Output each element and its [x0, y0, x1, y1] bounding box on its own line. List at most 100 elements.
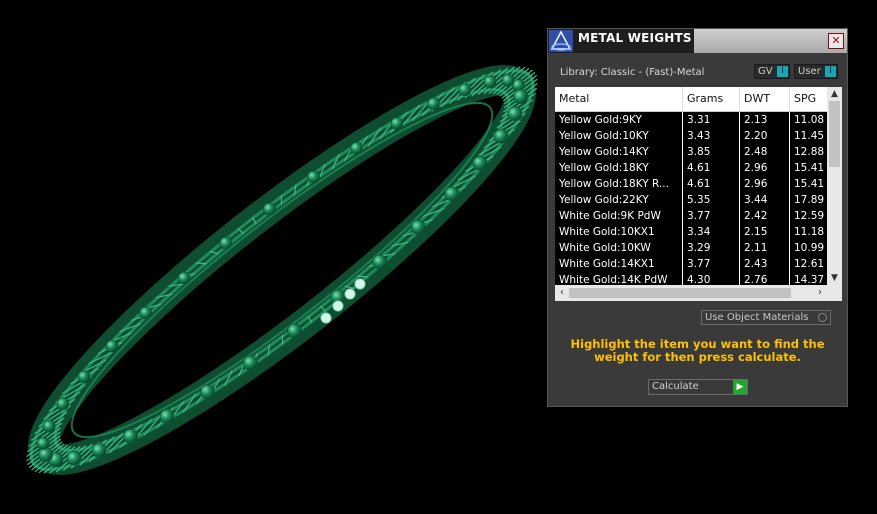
bracelet-model	[26, 65, 538, 475]
bracelet-bead	[410, 219, 426, 235]
highlighted-stone	[332, 300, 344, 312]
cell-dwt: 2.43	[740, 256, 790, 272]
bracelet-bead	[350, 141, 363, 155]
table-row[interactable]: White Gold:10KW 3.29 2.11 10.99	[555, 240, 827, 256]
cell-metal: White Gold:9K PdW	[555, 208, 683, 224]
cell-metal: Yellow Gold:9KY	[555, 112, 683, 128]
bracelet-viewport[interactable]	[0, 0, 540, 514]
cell-grams: 3.85	[683, 144, 740, 160]
cell-dwt: 2.42	[740, 208, 790, 224]
metal-weights-panel: METAL WEIGHTS ✕ Library: Classic - (Fast…	[547, 28, 848, 407]
gv-toggle[interactable]: GV I	[754, 64, 790, 79]
cell-metal: Yellow Gold:14KY	[555, 144, 683, 160]
table-row[interactable]: Yellow Gold:14KY 3.85 2.48 12.88	[555, 144, 827, 160]
scroll-right-icon[interactable]: ›	[813, 285, 827, 301]
radio-icon[interactable]	[818, 313, 827, 322]
cell-metal: White Gold:10KX1	[555, 224, 683, 240]
library-label: Library: Classic - (Fast)-Metal	[560, 67, 705, 78]
bracelet-bead	[243, 355, 258, 371]
metal-table: Metal Grams DWT SPG Yellow Gold:9KY 3.31 2…	[555, 87, 842, 301]
toggle-indicator-icon: I	[777, 66, 788, 77]
bracelet-bead	[287, 323, 302, 339]
bracelet-bead	[483, 75, 497, 89]
cell-metal: Yellow Gold:18KY	[555, 160, 683, 176]
use-object-materials-option[interactable]: Use Object Materials	[701, 310, 831, 325]
cell-spg: 11.08	[794, 114, 825, 126]
cell-grams: 4.61	[683, 176, 740, 192]
bracelet-bead	[444, 186, 460, 202]
cell-metal: Yellow Gold:18KY R...	[555, 176, 683, 192]
cell-dwt: 2.15	[740, 224, 790, 240]
cell-dwt: 2.48	[740, 144, 790, 160]
cell-grams: 3.43	[683, 128, 740, 144]
cell-grams: 3.77	[683, 256, 740, 272]
bracelet-bead	[159, 409, 175, 424]
bracelet-bead	[219, 236, 233, 250]
scroll-up-icon[interactable]: ▲	[827, 87, 842, 101]
bracelet-band	[53, 88, 511, 452]
horizontal-scroll-thumb[interactable]	[569, 288, 791, 298]
highlighted-stone	[344, 288, 356, 300]
table-row[interactable]: Yellow Gold:18KY 4.61 2.96 15.41	[555, 160, 827, 176]
table-row[interactable]: Yellow Gold:18KY R... 4.61 2.96 15.41	[555, 176, 827, 192]
highlighted-stone	[320, 312, 332, 324]
calculate-button[interactable]: Calculate ▶	[648, 379, 748, 395]
bracelet-bead	[177, 271, 191, 285]
bracelet-band	[28, 65, 536, 475]
bracelet-bead	[263, 202, 276, 216]
app-logo-icon	[549, 30, 573, 52]
column-header-grams[interactable]: Grams	[683, 87, 740, 111]
scroll-down-icon[interactable]: ▼	[827, 271, 842, 285]
play-arrow-icon: ▶	[733, 380, 747, 394]
user-toggle-label: User	[798, 66, 821, 77]
cell-spg: 12.59	[794, 210, 825, 222]
bracelet-bead	[139, 306, 153, 320]
bracelet-bead	[200, 384, 215, 400]
bracelet-bead	[427, 97, 440, 111]
close-button[interactable]: ✕	[828, 33, 844, 49]
bracelet-bead	[105, 339, 119, 353]
cell-spg: 17.89	[794, 194, 825, 206]
cell-grams: 4.61	[683, 160, 740, 176]
bracelet-bead	[42, 419, 56, 433]
column-header-dwt[interactable]: DWT	[740, 87, 790, 111]
horizontal-scrollbar[interactable]: ‹ ›	[555, 285, 827, 301]
table-row[interactable]: Yellow Gold:9KY 3.31 2.13 11.08	[555, 112, 827, 128]
cell-spg: 12.88	[794, 146, 825, 158]
cell-metal: Yellow Gold:22KY	[555, 192, 683, 208]
bracelet-bead	[66, 450, 82, 466]
table-row[interactable]: White Gold:10KX1 3.34 2.15 11.18	[555, 224, 827, 240]
gv-toggle-label: GV	[758, 66, 773, 77]
column-header-spg[interactable]: SPG	[790, 87, 827, 111]
cell-grams: 3.31	[683, 112, 740, 128]
bracelet-bead	[372, 254, 388, 270]
cell-metal: White Gold:14KX1	[555, 256, 683, 272]
bracelet-bead	[307, 170, 320, 184]
cell-dwt: 2.11	[740, 240, 790, 256]
calculate-label: Calculate	[652, 381, 699, 392]
highlighted-stone	[354, 278, 366, 290]
cell-dwt: 2.96	[740, 160, 790, 176]
table-header: Metal Grams DWT SPG	[555, 87, 827, 112]
column-header-metal[interactable]: Metal	[555, 87, 683, 111]
cell-spg: 11.45	[794, 130, 825, 142]
bracelet-bead	[56, 397, 70, 411]
vertical-scroll-thumb[interactable]	[829, 101, 840, 167]
cell-spg: 12.61	[794, 258, 825, 270]
close-icon: ✕	[831, 34, 841, 47]
vertical-scrollbar[interactable]: ▲ ▼	[827, 87, 842, 285]
bracelet-band	[70, 101, 494, 439]
cell-dwt: 3.44	[740, 192, 790, 208]
cell-grams: 5.35	[683, 192, 740, 208]
table-row[interactable]: Yellow Gold:10KY 3.43 2.20 11.45	[555, 128, 827, 144]
table-row[interactable]: Yellow Gold:22KY 5.35 3.44 17.89	[555, 192, 827, 208]
user-toggle[interactable]: User I	[794, 64, 838, 79]
title-bar[interactable]: METAL WEIGHTS ✕	[548, 29, 847, 53]
bracelet-bead	[458, 83, 472, 97]
scroll-left-icon[interactable]: ‹	[555, 285, 569, 301]
table-row[interactable]: White Gold:9K PdW 3.77 2.42 12.59	[555, 208, 827, 224]
table-row[interactable]: White Gold:14KX1 3.77 2.43 12.61	[555, 256, 827, 272]
bracelet-bead	[513, 89, 529, 104]
use-object-materials-label: Use Object Materials	[705, 312, 809, 323]
cell-metal: White Gold:10KW	[555, 240, 683, 256]
